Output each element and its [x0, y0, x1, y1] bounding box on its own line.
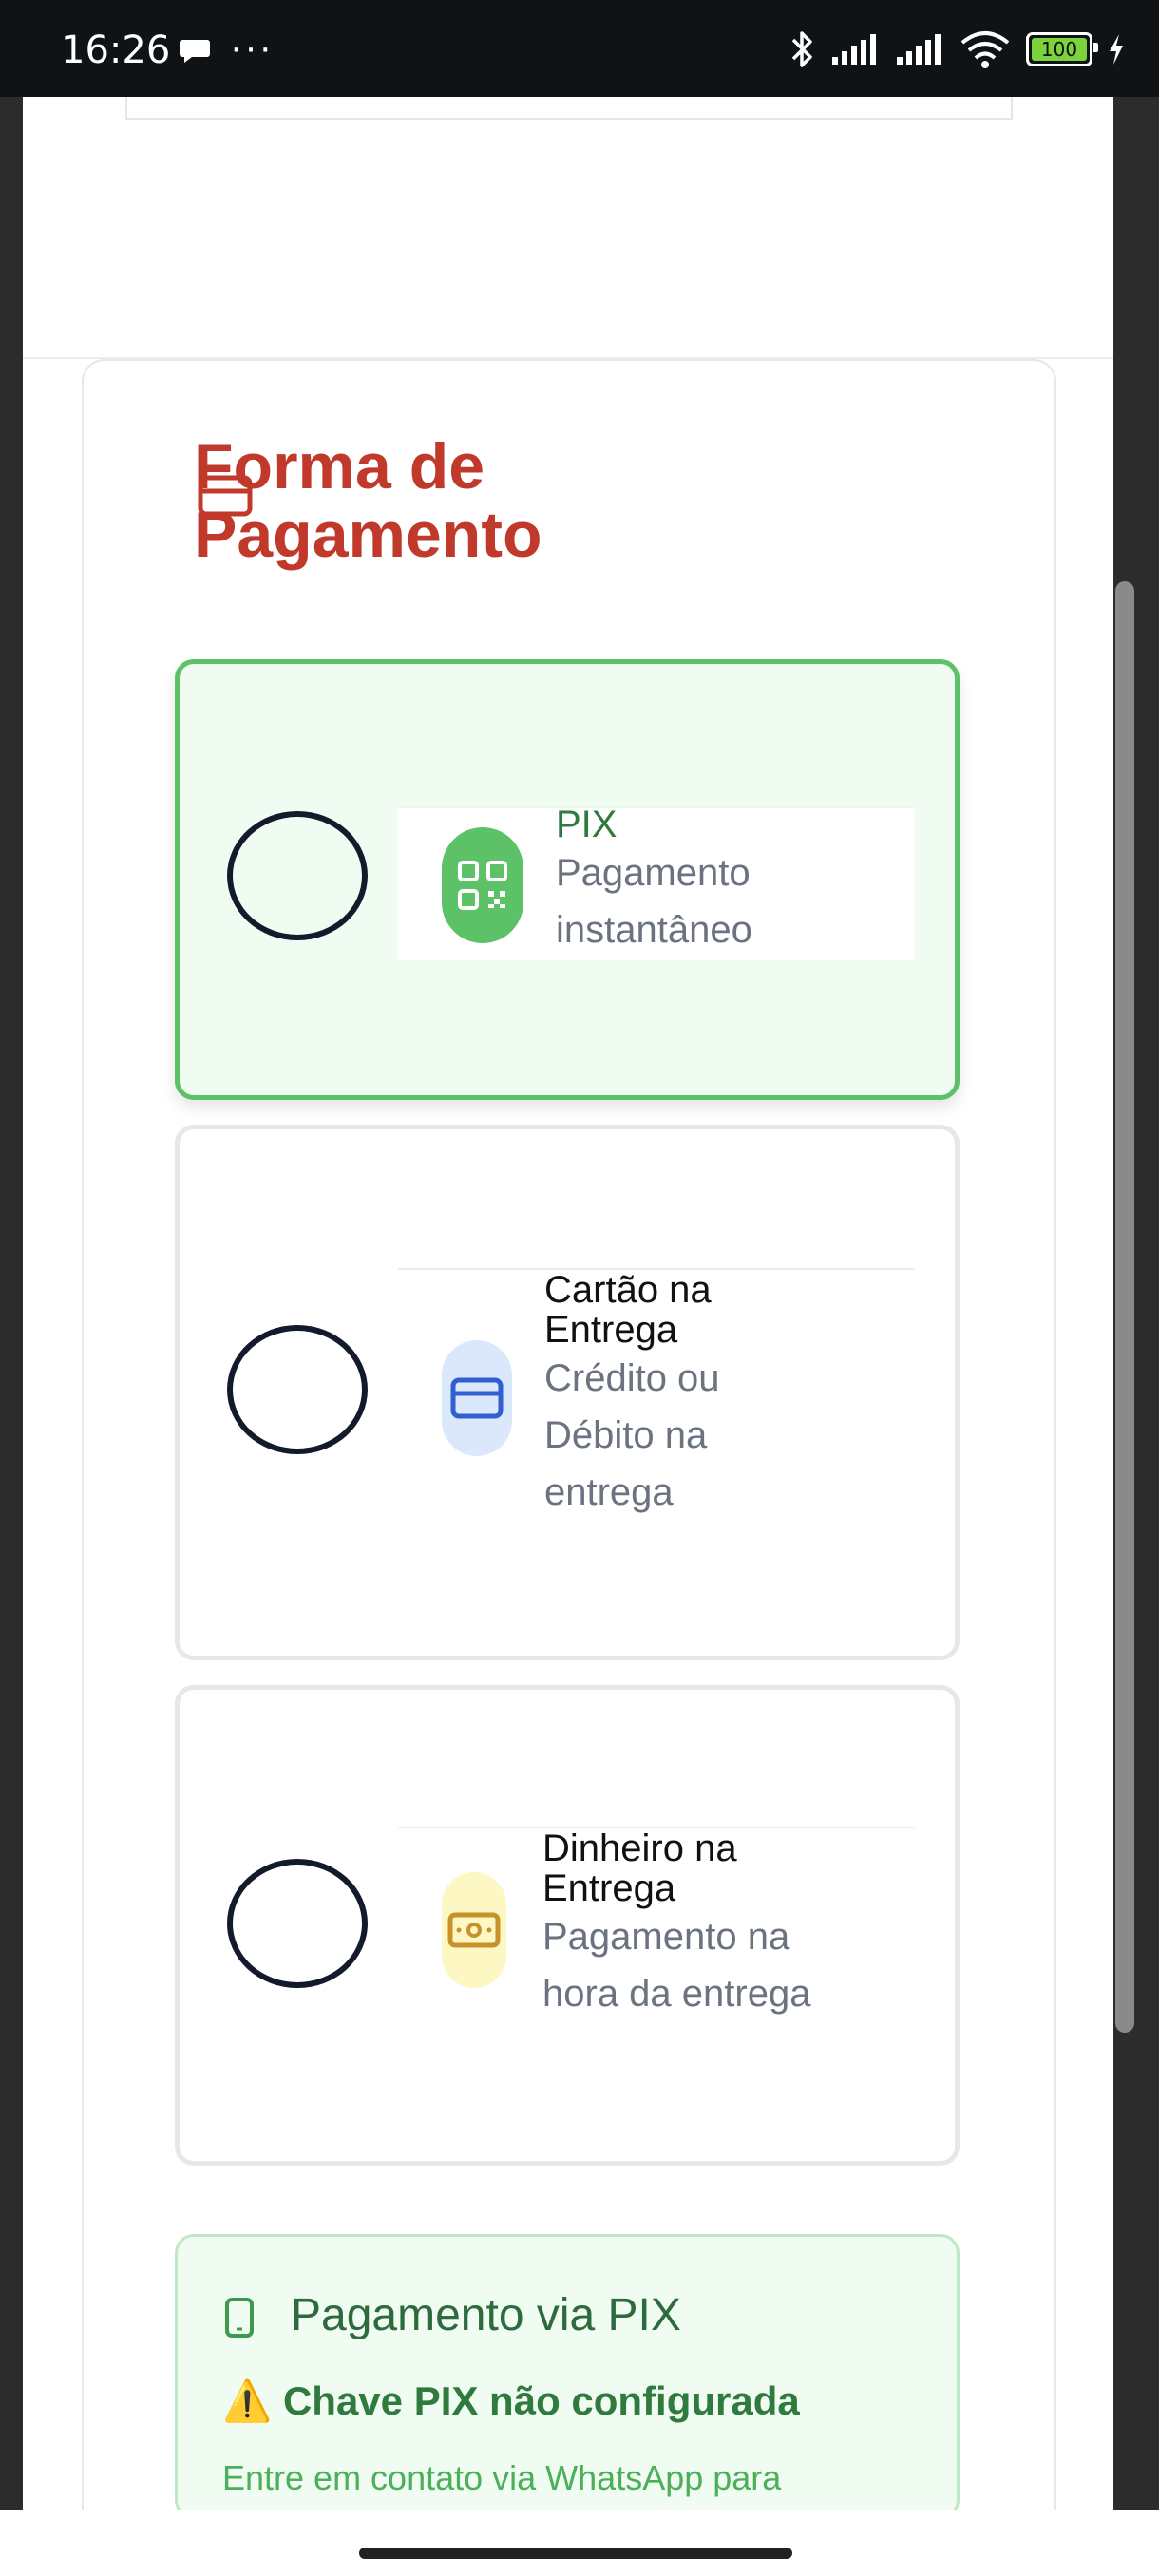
pix-description: Entre em contato via WhatsApp para	[222, 2458, 782, 2497]
scrollbar-thumb[interactable]	[1115, 581, 1134, 2033]
option-title: Dinheiro na Entrega	[542, 1828, 737, 1909]
option-subtitle: Pagamento instantâneo	[556, 852, 752, 951]
chat-bubble-icon	[180, 40, 210, 63]
charging-icon	[1110, 34, 1123, 65]
bluetooth-icon	[791, 31, 812, 67]
wifi-icon	[960, 31, 1010, 68]
pix-info-title: Pagamento via PIX	[291, 2290, 681, 2340]
battery-level: 100	[1040, 38, 1078, 61]
radio-card[interactable]	[227, 1325, 368, 1454]
signal-icon	[832, 34, 876, 65]
signal-icon	[897, 34, 940, 65]
radio-pix[interactable]	[227, 811, 368, 940]
status-icons: 100	[790, 28, 1125, 70]
option-content: Dinheiro na Entrega Pagamento na hora da…	[398, 1827, 915, 2034]
navigation-bar	[0, 2510, 1159, 2576]
option-title: PIX	[556, 804, 618, 845]
more-icon: ···	[230, 27, 274, 68]
payment-option-card[interactable]: Cartão na Entrega Crédito ou Débito na e…	[175, 1125, 960, 1660]
option-subtitle: Crédito ou Débito na entrega	[544, 1357, 720, 1513]
status-time: 16:26	[61, 28, 171, 72]
option-title: Cartão na Entrega	[544, 1269, 712, 1351]
credit-card-icon	[442, 1340, 512, 1456]
battery-icon: 100	[1026, 32, 1098, 66]
home-gesture-handle[interactable]	[359, 2548, 792, 2559]
option-content: Cartão na Entrega Crédito ou Débito na e…	[398, 1268, 915, 1526]
smartphone-icon	[225, 2298, 254, 2338]
cash-icon	[442, 1872, 506, 1988]
option-subtitle: Pagamento na hora da entrega	[542, 1916, 811, 2015]
qr-code-icon	[442, 827, 523, 943]
pix-warning: ⚠️ Chave PIX não configurada	[222, 2378, 800, 2423]
previous-section-box	[125, 97, 1013, 120]
status-bar: 16:26 ··· 100	[0, 0, 1159, 97]
payment-option-pix[interactable]: PIX Pagamento instantâneo	[175, 659, 960, 1100]
option-content: PIX Pagamento instantâneo	[398, 804, 915, 960]
section-title: Forma de Pagamento	[194, 430, 542, 571]
payment-option-cash[interactable]: Dinheiro na Entrega Pagamento na hora da…	[175, 1685, 960, 2166]
radio-cash[interactable]	[227, 1859, 368, 1988]
